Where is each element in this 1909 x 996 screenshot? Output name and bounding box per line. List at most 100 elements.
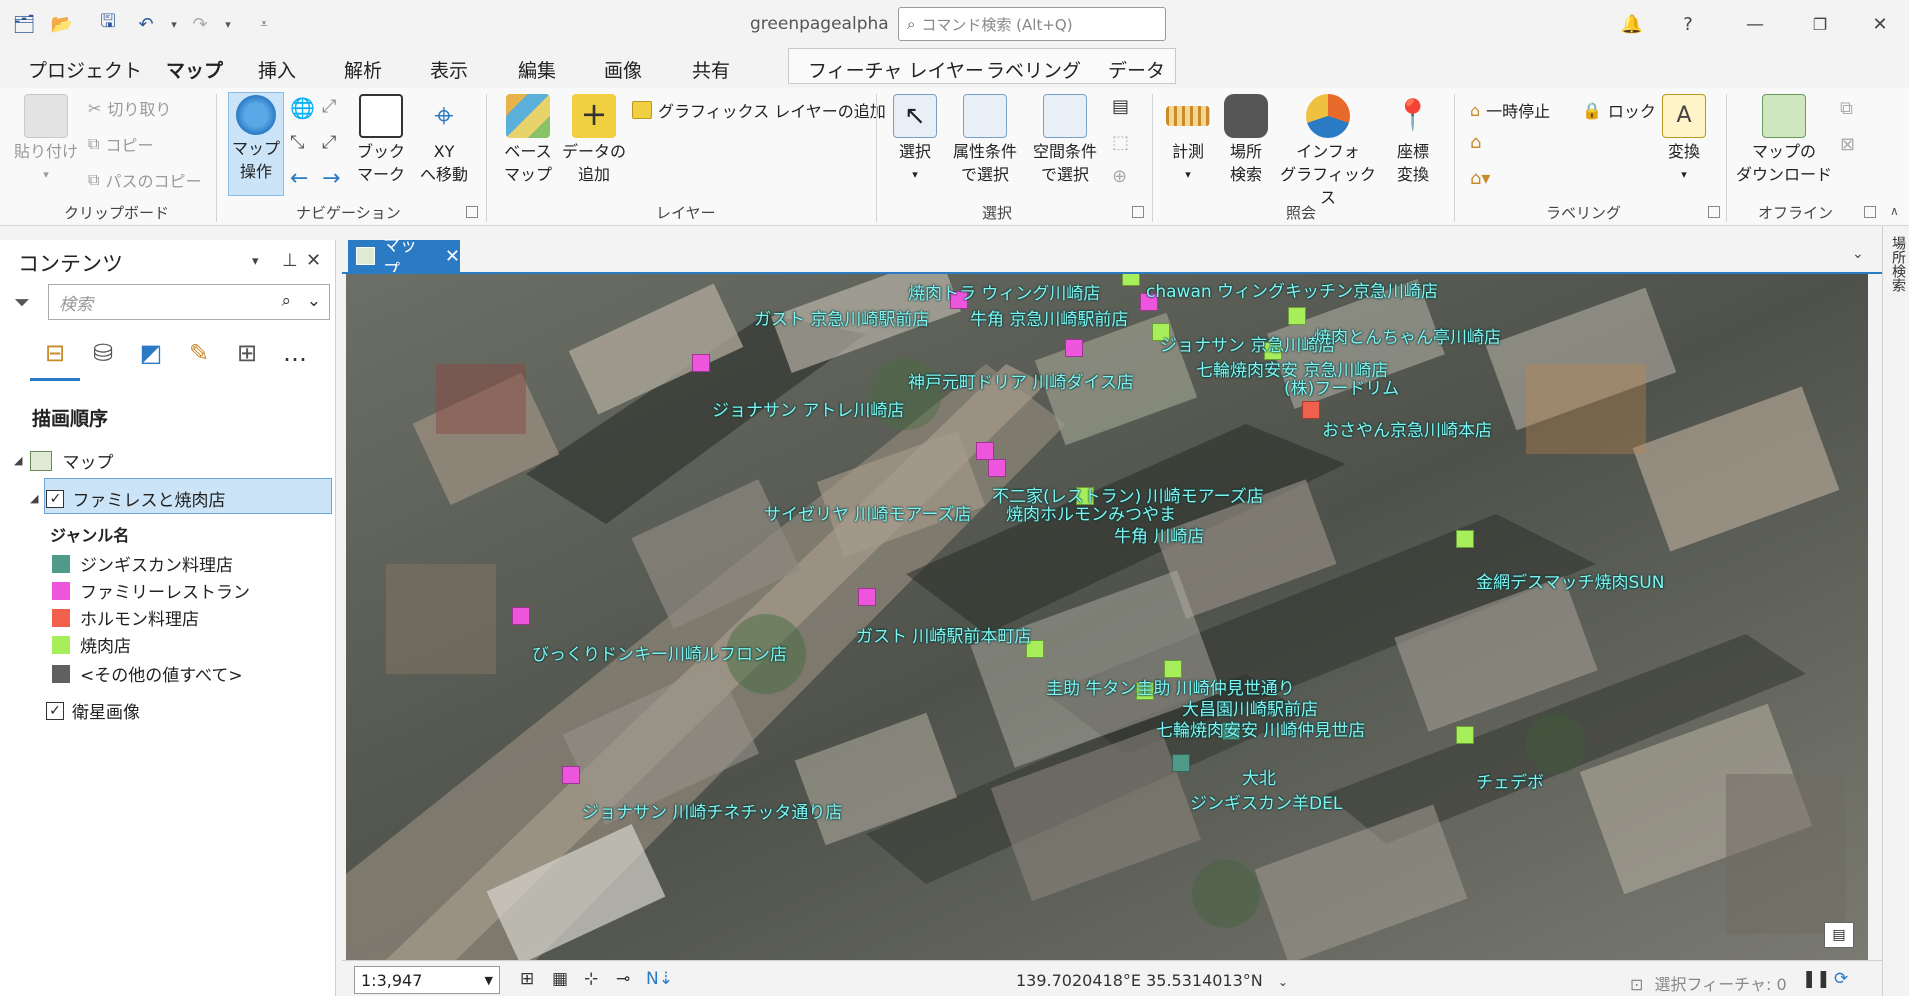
- tree-layer-node[interactable]: ◢ ✓ ファミレスと焼肉店: [30, 486, 225, 511]
- navigation-launcher-icon[interactable]: [466, 206, 478, 218]
- lock-labels-button[interactable]: 🔒 ロック: [1582, 98, 1656, 122]
- copy-button[interactable]: ⧉ コピー: [88, 132, 153, 156]
- editing-view-icon[interactable]: ✎: [182, 336, 216, 370]
- bookmarks-button[interactable]: ブック マーク: [356, 94, 406, 186]
- tab-data[interactable]: データ: [1108, 56, 1165, 83]
- select-button[interactable]: ↖ 選択 ▾: [884, 94, 946, 186]
- constraints-icon[interactable]: ⊸: [616, 969, 630, 989]
- collapse-triangle-icon[interactable]: ◢: [30, 492, 38, 505]
- locate-button[interactable]: 場所 検索: [1218, 94, 1274, 186]
- filter-icon[interactable]: ⏷: [14, 290, 30, 314]
- undo-icon[interactable]: ↶: [132, 10, 160, 38]
- sync-icon[interactable]: ⧉: [1840, 98, 1853, 119]
- map-marker-family-restaurant[interactable]: [512, 607, 530, 625]
- selected-features-indicator[interactable]: ⊡ 選択フィーチャ: 0: [1630, 971, 1787, 995]
- drawing-order-icon[interactable]: ⊟: [38, 336, 72, 370]
- collapse-ribbon-icon[interactable]: ∧: [1890, 204, 1899, 218]
- zoom-to-selection-icon[interactable]: ⊕: [1112, 166, 1127, 187]
- close-tab-icon[interactable]: ✕: [445, 246, 460, 267]
- full-extent-icon[interactable]: 🌐: [290, 96, 315, 120]
- legend-item[interactable]: ジンギスカン料理店: [52, 551, 233, 576]
- map-marker-yakiniku[interactable]: [1456, 530, 1474, 548]
- layer-visibility-checkbox[interactable]: ✓: [46, 489, 65, 508]
- more-views-icon[interactable]: …: [278, 336, 312, 370]
- selection-view-icon[interactable]: ◩: [134, 336, 168, 370]
- map-marker-family-restaurant[interactable]: [988, 459, 1006, 477]
- redo-dropdown-icon[interactable]: ▾: [214, 10, 242, 38]
- command-search-input[interactable]: ⌕ コマンド検索 (Alt+Q): [898, 7, 1166, 41]
- attributes-table-icon[interactable]: ▤: [1112, 96, 1129, 117]
- map-marker-yakiniku[interactable]: [1288, 307, 1306, 325]
- map-marker-jingisukan[interactable]: [1172, 754, 1190, 772]
- snapping-view-icon[interactable]: ⊞: [230, 336, 264, 370]
- map-marker-family-restaurant[interactable]: [1065, 339, 1083, 357]
- copy-path-button[interactable]: ⧉ パスのコピー: [88, 168, 201, 192]
- north-arrow-icon[interactable]: N⇣: [646, 969, 673, 989]
- close-window-icon[interactable]: ✕: [1860, 8, 1900, 40]
- pause-drawing-icon[interactable]: ❚❚: [1802, 969, 1831, 989]
- selection-launcher-icon[interactable]: [1132, 206, 1144, 218]
- convert-labels-button[interactable]: A 変換 ▾: [1656, 94, 1712, 186]
- zoom-out-fixed-icon[interactable]: ⤢: [322, 132, 336, 153]
- remove-offline-icon[interactable]: ⊠: [1840, 134, 1855, 155]
- tab-map-view[interactable]: マップ ✕: [348, 236, 460, 281]
- tab-project[interactable]: プロジェクト: [28, 56, 142, 83]
- scale-selector[interactable]: 1:3,947 ▼: [354, 966, 500, 994]
- download-map-button[interactable]: マップの ダウンロード: [1736, 94, 1832, 186]
- close-pane-icon[interactable]: ✕: [306, 250, 321, 271]
- pane-options-icon[interactable]: ▾: [252, 254, 259, 269]
- add-graphics-layer-button[interactable]: グラフィックス レイヤーの追加: [632, 98, 886, 122]
- legend-item[interactable]: <その他の値すべて>: [52, 661, 243, 686]
- contents-search-input[interactable]: 検索 ⌕ ⌄: [48, 284, 330, 320]
- open-project-icon[interactable]: 📂: [48, 10, 76, 38]
- tab-analysis[interactable]: 解析: [344, 56, 382, 83]
- map-marker-yakiniku[interactable]: [1456, 726, 1474, 744]
- map-marker-family-restaurant[interactable]: [562, 766, 580, 784]
- goto-xy-button[interactable]: ⌖ XY へ移動: [414, 94, 474, 186]
- coordinates-dropdown-icon[interactable]: ⌄: [1278, 975, 1288, 989]
- tab-insert[interactable]: 挿入: [258, 56, 296, 83]
- redo-icon[interactable]: ↷: [186, 10, 214, 38]
- zoom-in-fixed-icon[interactable]: ⤡: [290, 132, 304, 153]
- tab-imagery[interactable]: 画像: [604, 56, 642, 83]
- tree-satellite-layer[interactable]: ✓ 衛星画像: [46, 698, 140, 723]
- tab-map[interactable]: マップ: [166, 56, 224, 91]
- refresh-icon[interactable]: ⟳: [1834, 969, 1848, 989]
- offline-launcher-icon[interactable]: [1864, 206, 1876, 218]
- new-project-icon[interactable]: 🗂: [10, 10, 38, 38]
- undo-dropdown-icon[interactable]: ▾: [160, 10, 188, 38]
- back-arrow-icon[interactable]: ←: [290, 166, 308, 191]
- select-by-location-button[interactable]: 空間条件 で選択: [1030, 94, 1100, 186]
- measure-button[interactable]: 計測 ▾: [1162, 94, 1214, 186]
- forward-arrow-icon[interactable]: →: [322, 166, 340, 191]
- map-view[interactable]: 焼肉トラ ウィング川崎店 chawan ウィングキッチン京急川崎店 ガスト 京急…: [346, 274, 1868, 960]
- snapping-icon[interactable]: ⊹: [584, 969, 598, 989]
- tab-view[interactable]: 表示: [430, 56, 468, 83]
- data-source-icon[interactable]: ⛁: [86, 336, 120, 370]
- pin-pane-icon[interactable]: ⊥: [282, 250, 298, 271]
- map-marker-horumon[interactable]: [1302, 401, 1320, 419]
- infographics-button[interactable]: インフォ グラフィックス: [1278, 94, 1378, 209]
- tree-map-node[interactable]: ◢ マップ: [14, 448, 113, 473]
- view-unplaced-icon[interactable]: ⌂: [1470, 132, 1481, 153]
- locate-pane-tab[interactable]: 場所検索: [1888, 236, 1908, 292]
- map-marker-family-restaurant[interactable]: [692, 354, 710, 372]
- notification-bell-icon[interactable]: 🔔: [1612, 8, 1652, 40]
- map-marker-family-restaurant[interactable]: [976, 442, 994, 460]
- minimize-icon[interactable]: —: [1735, 8, 1775, 40]
- select-by-attributes-button[interactable]: 属性条件 で選択: [950, 94, 1020, 186]
- add-data-button[interactable]: + データの 追加: [562, 94, 626, 186]
- grid-icon[interactable]: ▦: [552, 969, 568, 989]
- prev-extent-icon[interactable]: ⤢: [322, 96, 336, 117]
- map-marker-yakiniku[interactable]: [1122, 274, 1140, 286]
- tab-feature-layer[interactable]: フィーチャ レイヤー: [808, 56, 984, 83]
- convert-coordinates-button[interactable]: 📍 座標 変換: [1386, 94, 1440, 186]
- tab-list-dropdown-icon[interactable]: ⌄: [1852, 246, 1864, 262]
- tab-labeling[interactable]: ラベリング: [986, 56, 1081, 83]
- cut-button[interactable]: ✂ 切り取り: [88, 96, 171, 120]
- legend-item[interactable]: 焼肉店: [52, 632, 131, 657]
- basemap-button[interactable]: ベース マップ: [498, 94, 558, 186]
- clear-selection-icon[interactable]: ⬚: [1112, 132, 1129, 153]
- legend-item[interactable]: ホルモン料理店: [52, 605, 199, 630]
- legend-item[interactable]: ファミリーレストラン: [52, 578, 250, 603]
